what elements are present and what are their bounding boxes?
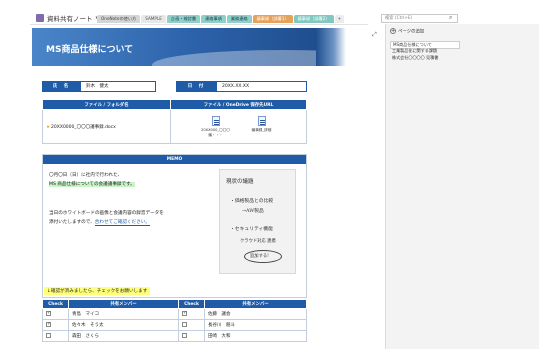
page-list-pane: + ページの追加 MS商品仕様について 工業製品化に関する課題 株式会社〇〇〇〇 見積…: [385, 24, 539, 349]
banner-fade: [316, 28, 346, 66]
star-icon: ★: [46, 124, 51, 130]
checkbox[interactable]: [46, 333, 51, 338]
attachment[interactable]: 20XX000_〇〇〇議・・・: [200, 116, 232, 137]
wb-line-3: →AW製品: [242, 209, 264, 214]
memo-line-2[interactable]: MS 商品仕様についての会議議事録です。: [49, 181, 135, 187]
word-doc-icon: [211, 116, 220, 127]
url-col-header: ファイル / OneDrive 保存先URL: [170, 99, 307, 110]
file-table: ファイル / フォルダ名 ファイル / OneDrive 保存先URL ★20X…: [42, 99, 307, 144]
memo-header: MEMO: [43, 155, 306, 164]
check-cell: [42, 330, 69, 342]
member-name: 森田 さくら: [68, 330, 179, 342]
wb-line-6: 追加する!: [250, 254, 269, 259]
search-icon[interactable]: ⌕: [449, 14, 452, 22]
page-banner: MS商品仕様について: [32, 28, 316, 66]
section-tabs: OneNoteの使い方 SAMPLE 企画・検討書 連絡事項 業務連絡 議事録（部署1）議…: [97, 15, 345, 23]
notebook-title[interactable]: 資料共有ノート ▾: [36, 13, 98, 23]
memo-line-1[interactable]: 〇月〇日（日）に社内で行われた、: [49, 172, 122, 178]
date-label: 日 付: [176, 81, 216, 92]
file-name: 20XX0000_〇〇〇議事録.docx: [51, 124, 116, 130]
checkbox[interactable]: [182, 322, 187, 327]
table-row: 森田 さくら 田崎 大和: [42, 330, 307, 342]
check-note: ↓確認が済みましたら、チェックをお願いします: [44, 287, 151, 295]
add-page-label: ページの追加: [398, 29, 425, 35]
memo-line-4[interactable]: 添付いたしますので、合わせてご確認ください。: [49, 219, 150, 226]
search-input[interactable]: 検索 (Ctrl+E): [381, 14, 458, 23]
section-tab[interactable]: 連絡事項: [201, 15, 226, 23]
add-page-button[interactable]: + ページの追加: [390, 28, 461, 36]
wb-line-1: 現状の議題: [226, 179, 254, 185]
checkbox[interactable]: [46, 310, 51, 316]
memo-line-3[interactable]: 当日のホワイトボードの画像と会議内容の録音データを: [49, 210, 164, 216]
member-name: 田崎 大和: [204, 330, 307, 342]
member-col-header-2: 共有メンバー: [204, 299, 307, 309]
check-cell: [42, 319, 69, 331]
notebook-header: 資料共有ノート ▾ OneNoteの使い方SAMPLE企画・検討書連絡事項業務連…: [0, 0, 539, 27]
wb-line-2: ・価格製品との比較: [230, 199, 274, 204]
notebook-icon: [36, 14, 44, 22]
name-label: 氏 名: [42, 81, 80, 92]
plus-icon: +: [390, 28, 396, 34]
checkbox[interactable]: [182, 310, 187, 316]
check-table: Check 共有メンバー Check 共有メンバー 青島 マイコ佐藤 議会佐々木…: [42, 299, 307, 342]
attachment[interactable]: 議事録_詳細: [246, 116, 278, 132]
check-col-header-2: Check: [178, 299, 205, 309]
check-cell: [42, 308, 69, 320]
section-tab[interactable]: 議事録（部署1）: [252, 15, 293, 23]
section-tab[interactable]: 議事録（部署2）: [293, 15, 334, 23]
member-name: 青島 マイコ: [68, 308, 179, 320]
attachment-label: 議事録_詳細: [251, 128, 272, 133]
checkbox[interactable]: [46, 321, 51, 327]
member-col-header-1: 共有メンバー: [68, 299, 179, 309]
attachment-label: 20XX000_〇〇〇議・・・: [201, 128, 230, 137]
expand-icon[interactable]: ⤢: [372, 31, 377, 39]
table-row: 佐々木 そう太 長谷川 朋斗: [42, 319, 307, 331]
memo-line-4a: 添付いたしますので、: [49, 220, 95, 225]
memo-box: MEMO 〇月〇日（日）に社内で行われた、 MS 商品仕様についての会議議事録で…: [42, 154, 307, 298]
memo-line-2-text: MS 商品仕様についての会議議事録です。: [49, 182, 135, 187]
section-tab[interactable]: 業務連絡: [226, 15, 252, 23]
table-row: 青島 マイコ 佐藤 議会: [42, 308, 307, 320]
attachment-cell: 20XX000_〇〇〇議・・・ 議事録_詳細: [170, 109, 307, 144]
member-name: 長谷川 朋斗: [204, 319, 307, 331]
section-tab[interactable]: OneNoteの使い方: [97, 15, 141, 23]
whiteboard-image[interactable]: 現状の議題 ・価格製品との比較 →AW製品 ・セキュリティ機能 クラウド対応 連…: [219, 169, 296, 274]
add-section-button[interactable]: +: [334, 15, 345, 23]
wb-line-4: ・セキュリティ機能: [230, 227, 273, 232]
section-tab[interactable]: SAMPLE: [141, 15, 166, 23]
section-tab[interactable]: 企画・検討書: [166, 15, 201, 23]
name-field[interactable]: 鈴木 健太: [80, 81, 156, 92]
member-name: 佐々木 そう太: [68, 319, 179, 331]
wb-line-5: クラウド対応 連携: [240, 239, 276, 244]
check-col-header-1: Check: [42, 299, 69, 309]
notebook-name: 資料共有ノート: [47, 15, 93, 23]
checkbox[interactable]: [182, 333, 187, 338]
page-title[interactable]: MS商品仕様について: [46, 42, 133, 55]
check-cell: [178, 308, 205, 320]
memo-line-4b: 合わせてご確認ください。: [94, 220, 150, 226]
page-list-item[interactable]: 工業製品化に関する課題: [390, 48, 460, 54]
date-row: 日 付 20XX.XX.XX: [176, 81, 307, 92]
document-icon: [257, 116, 266, 127]
member-name: 佐藤 議会: [204, 308, 307, 320]
check-cell: [178, 330, 205, 342]
date-field[interactable]: 20XX.XX.XX: [216, 81, 307, 92]
name-row: 氏 名 鈴木 健太: [42, 81, 156, 92]
note-page: MS商品仕様について 氏 名 鈴木 健太 日 付 20XX.XX.XX ファイル…: [30, 24, 368, 349]
file-name-cell[interactable]: ★20XX0000_〇〇〇議事録.docx: [42, 109, 171, 144]
check-cell: [178, 319, 205, 331]
page-list-item[interactable]: 株式会社〇〇〇〇 見積書: [390, 55, 460, 61]
file-col-header: ファイル / フォルダ名: [42, 99, 171, 110]
